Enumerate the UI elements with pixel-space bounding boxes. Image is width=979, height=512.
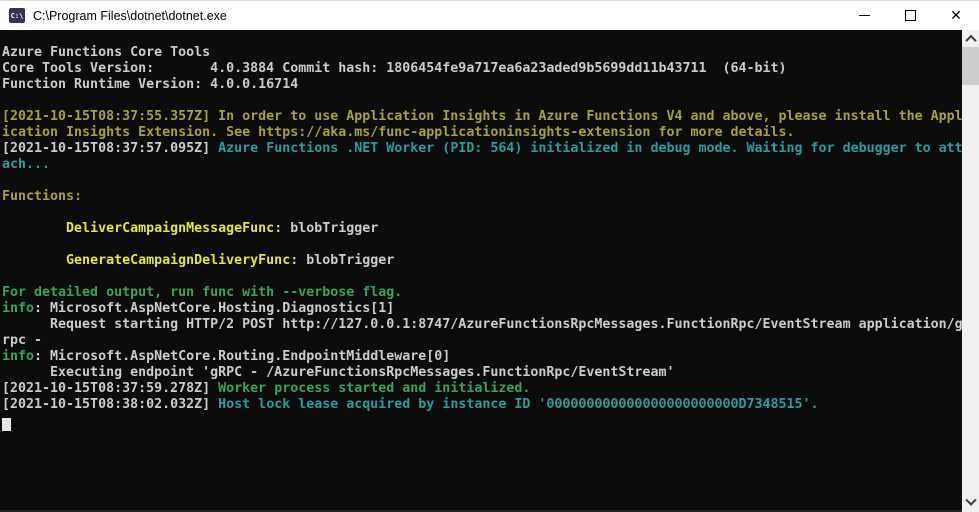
terminal-line: rpc - (2, 333, 43, 348)
terminal-line: info: Microsoft.AspNetCore.Hosting.Diagn… (2, 301, 395, 316)
terminal-line: DeliverCampaignMessageFunc: blobTrigger (66, 221, 379, 236)
terminal-line: Request starting HTTP/2 POST http://127.… (2, 317, 963, 332)
terminal-line: For detailed output, run func with --ver… (2, 285, 403, 300)
window-controls: ✕ (841, 1, 979, 30)
terminal-line: [2021-10-15T08:38:02.032Z] Host lock lea… (2, 397, 819, 412)
terminal-line: info: Microsoft.AspNetCore.Routing.Endpo… (2, 349, 451, 364)
scroll-up-button[interactable] (962, 30, 979, 47)
chevron-down-icon (964, 494, 977, 506)
terminal-line: [2021-10-15T08:37:57.095Z] Azure Functio… (2, 141, 963, 156)
close-button[interactable]: ✕ (933, 1, 979, 30)
chevron-up-icon (964, 34, 977, 46)
terminal-line: GenerateCampaignDeliveryFunc: blobTrigge… (66, 253, 395, 268)
close-icon: ✕ (950, 7, 962, 24)
vertical-scrollbar[interactable] (962, 30, 979, 512)
title-bar[interactable]: C:\ C:\Program Files\dotnet\dotnet.exe ✕ (0, 0, 979, 30)
scrollbar-thumb[interactable] (962, 47, 979, 85)
scroll-down-button[interactable] (962, 494, 979, 511)
terminal-line: [2021-10-15T08:37:59.278Z] Worker proces… (2, 381, 531, 396)
maximize-button[interactable] (887, 1, 933, 30)
maximize-icon (904, 10, 916, 21)
cmd-icon[interactable]: C:\ (9, 8, 25, 23)
terminal-cursor (2, 418, 11, 431)
terminal-output: Azure Functions Core Tools Core Tools Ver… (2, 45, 963, 413)
terminal-line: Functions: (2, 189, 83, 204)
minimize-icon (858, 15, 870, 16)
terminal-line: Function Runtime Version: 4.0.0.16714 (2, 77, 299, 92)
terminal-line: [2021-10-15T08:37:55.357Z] In order to u… (2, 109, 963, 124)
window-title: C:\Program Files\dotnet\dotnet.exe (33, 8, 227, 23)
terminal-line: Core Tools Version: 4.0.3884 Commit hash… (2, 61, 787, 76)
terminal-viewport[interactable]: Azure Functions Core Tools Core Tools Ver… (0, 30, 963, 512)
terminal-line: Azure Functions Core Tools (2, 45, 211, 60)
minimize-button[interactable] (841, 1, 887, 30)
terminal-line: ication Insights Extension. See https://… (2, 125, 795, 140)
terminal-line: ach... (2, 157, 51, 172)
console-window: C:\ C:\Program Files\dotnet\dotnet.exe ✕… (0, 0, 979, 512)
terminal-line: Executing endpoint 'gRPC - /AzureFunctio… (2, 365, 675, 380)
